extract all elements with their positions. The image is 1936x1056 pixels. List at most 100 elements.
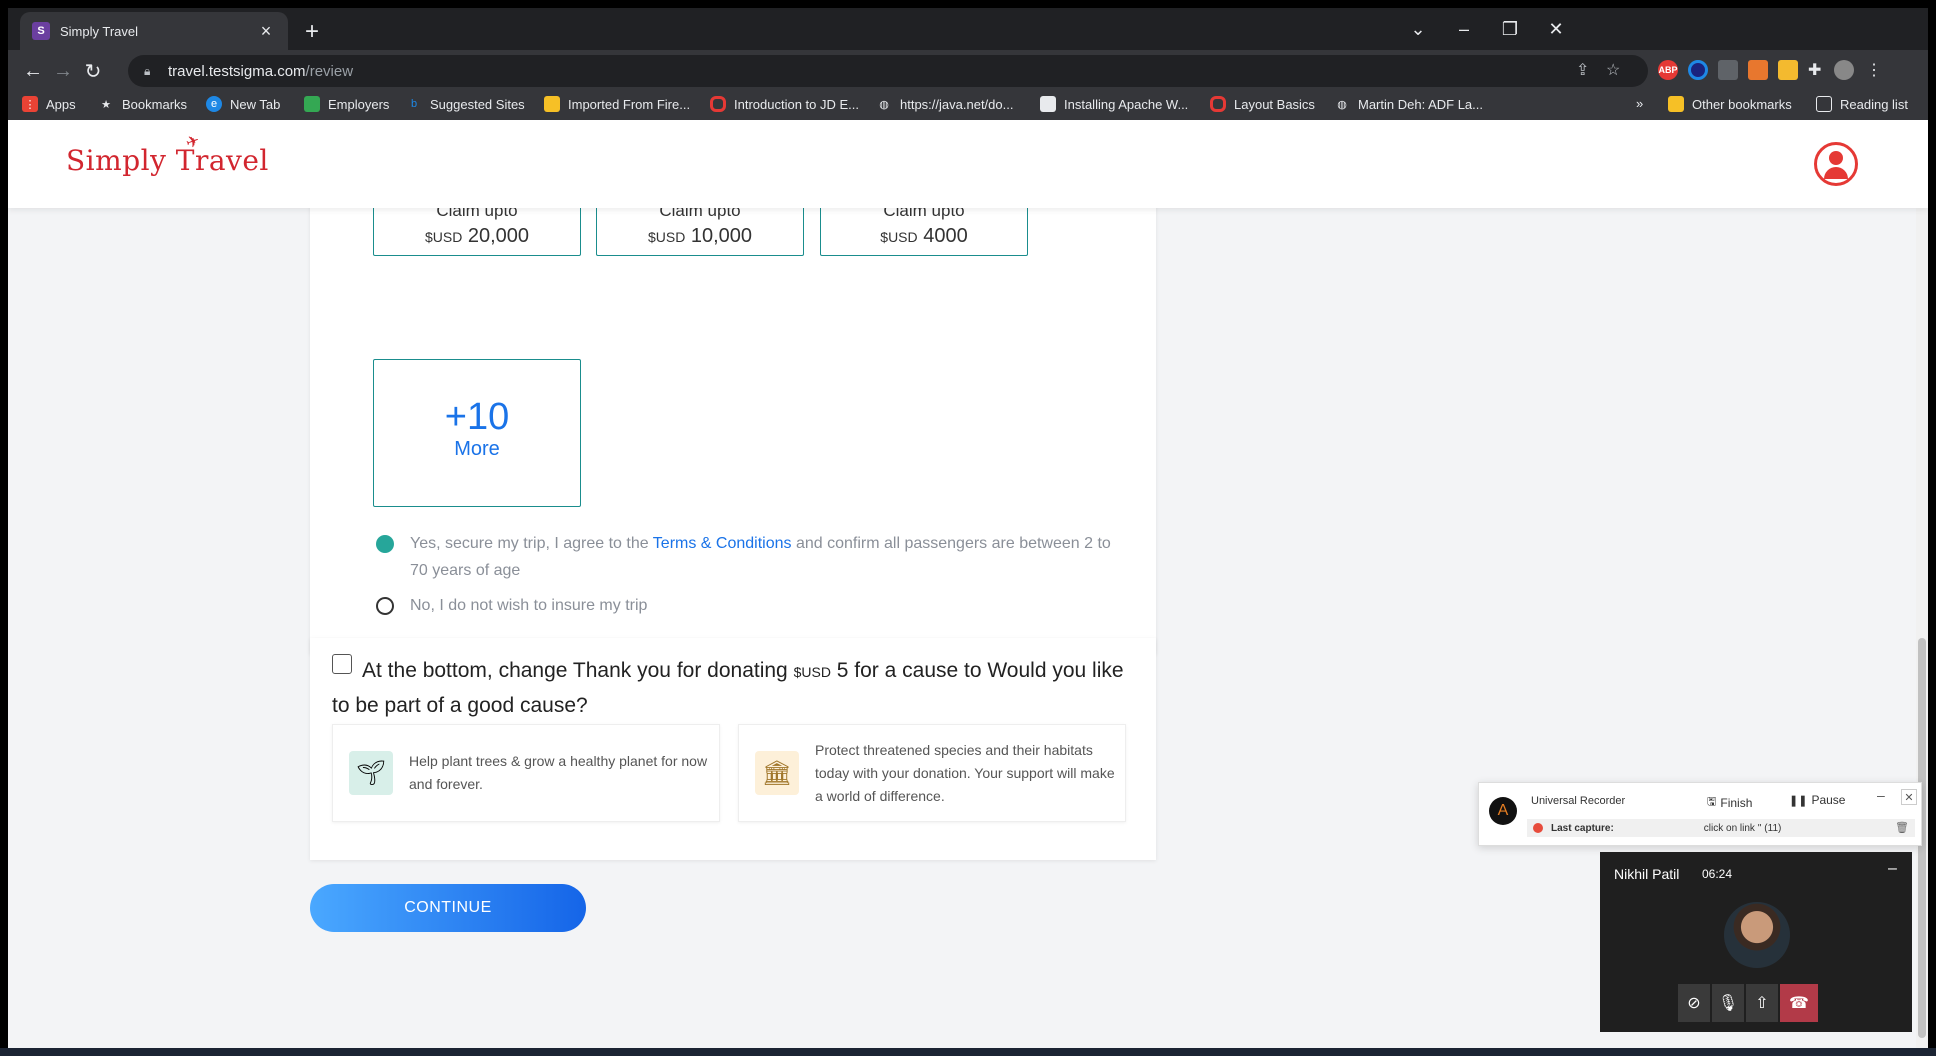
pause-button[interactable]: ❚❚ Pause bbox=[1789, 793, 1845, 807]
os-taskbar bbox=[0, 1048, 1936, 1056]
universal-recorder-panel: A Universal Recorder 🖫︎ Finish ❚❚ Pause – … bbox=[1478, 782, 1922, 846]
globe-icon: ◍ bbox=[879, 98, 889, 111]
continue-button[interactable]: CONTINUE bbox=[310, 884, 586, 932]
screen: S Simply Travel × + ⌄ – ❐ ✕ ← → ↻ 🔒︎ tra… bbox=[0, 0, 1936, 1056]
bookmark-imported-from-firefox[interactable]: Imported From Fire... bbox=[544, 96, 690, 112]
bookmarks-bar: ⋮ Apps ★ Bookmarks e New Tab Employers b Sug… bbox=[8, 90, 1928, 120]
cause-description: Help plant trees & grow a healthy planet… bbox=[409, 753, 708, 792]
oracle-icon bbox=[1210, 96, 1226, 112]
page-scrollbar[interactable] bbox=[1916, 208, 1928, 1048]
reading-list-icon bbox=[1816, 96, 1832, 112]
edge-icon: e bbox=[206, 96, 222, 112]
bookmark-other-bookmarks[interactable]: Other bookmarks bbox=[1668, 96, 1792, 112]
insurance-card: Claim upto $USD 20,000 Claim upto $USD 1… bbox=[310, 160, 1156, 654]
donation-title: At the bottom, change Thank you for dona… bbox=[332, 659, 1124, 717]
browser-tab[interactable]: S Simply Travel × bbox=[20, 12, 288, 50]
bookmarks-overflow-icon[interactable]: » bbox=[1636, 96, 1643, 111]
adblock-extension-icon[interactable]: ABP bbox=[1658, 60, 1678, 80]
more-plans-label: More bbox=[454, 438, 500, 460]
more-plans-count: +10 bbox=[444, 396, 510, 438]
terms-conditions-link[interactable]: Terms & Conditions bbox=[653, 535, 792, 552]
apps-grid-icon: ⋮ bbox=[22, 96, 38, 112]
radio-unselected[interactable] bbox=[376, 597, 394, 615]
minimize-icon[interactable]: – bbox=[1888, 860, 1897, 878]
cause-option-trees[interactable]: 🌱︎ Help plant trees & grow a healthy pla… bbox=[332, 724, 720, 822]
tab-search-icon[interactable]: ⌄ bbox=[1396, 14, 1440, 44]
profile-avatar-icon[interactable] bbox=[1834, 60, 1854, 80]
address-bar[interactable]: 🔒︎ travel.testsigma.com/review bbox=[128, 55, 1648, 87]
end-call-icon[interactable]: ☎︎ bbox=[1780, 984, 1818, 1022]
new-tab-button[interactable]: + bbox=[298, 18, 326, 46]
site-logo[interactable]: Simply Travel ✈ bbox=[66, 130, 269, 177]
close-icon[interactable]: ✕ bbox=[1901, 789, 1917, 805]
insure-yes-option[interactable]: Yes, secure my trip, I agree to the Term… bbox=[376, 530, 1116, 584]
browser-toolbar: ← → ↻ 🔒︎ travel.testsigma.com/review ⇪ ☆… bbox=[8, 50, 1928, 90]
insure-no-option[interactable]: No, I do not wish to insure my trip bbox=[376, 592, 647, 619]
forward-icon[interactable]: → bbox=[48, 56, 78, 86]
binance-extension-icon[interactable] bbox=[1778, 60, 1798, 80]
page-icon bbox=[1040, 96, 1056, 112]
temple-icon: 🏛︎ bbox=[755, 751, 799, 795]
bookmark-java-net[interactable]: ◍ https://java.net/do... bbox=[876, 96, 1013, 112]
bookmark-layout-basics[interactable]: Layout Basics bbox=[1210, 96, 1315, 112]
bookmark-installing-apache[interactable]: Installing Apache W... bbox=[1040, 96, 1188, 112]
reading-list[interactable]: Reading list bbox=[1816, 96, 1908, 112]
recording-dot-icon bbox=[1533, 823, 1543, 833]
bing-icon: b bbox=[410, 98, 418, 110]
extension-circle-icon[interactable] bbox=[1688, 60, 1708, 80]
bookmark-suggested-sites[interactable]: b Suggested Sites bbox=[406, 96, 525, 112]
last-capture-value: click on link '' (11) bbox=[1703, 822, 1782, 834]
more-plans-button[interactable]: +10 More bbox=[373, 359, 581, 507]
doc-icon bbox=[304, 96, 320, 112]
radio-selected[interactable] bbox=[376, 535, 394, 553]
minimize-window-icon[interactable]: – bbox=[1442, 14, 1486, 44]
bookmark-bookmarks[interactable]: ★ Bookmarks bbox=[98, 96, 187, 112]
tab-title: Simply Travel bbox=[60, 23, 139, 39]
plan-amount: $USD 10,000 bbox=[647, 225, 753, 247]
recorder-logo-icon: A bbox=[1489, 797, 1517, 825]
bookmark-star-icon[interactable]: ☆ bbox=[1606, 60, 1620, 80]
minimize-icon[interactable]: – bbox=[1877, 787, 1885, 803]
logo-text: Simply Travel bbox=[66, 144, 269, 177]
trash-icon[interactable]: 🗑︎ bbox=[1895, 821, 1909, 834]
url-host: travel.testsigma.com bbox=[168, 62, 306, 80]
finish-button[interactable]: 🖫︎ Finish bbox=[1707, 793, 1752, 812]
folder-icon bbox=[1668, 96, 1684, 112]
share-screen-icon[interactable]: ⇧ bbox=[1746, 984, 1778, 1022]
close-window-icon[interactable]: ✕ bbox=[1534, 14, 1578, 44]
bookmark-martin-deh[interactable]: ◍ Martin Deh: ADF La... bbox=[1334, 96, 1483, 112]
donation-card: At the bottom, change Thank you for dona… bbox=[310, 638, 1156, 860]
tab-close-icon[interactable]: × bbox=[256, 21, 276, 41]
bookmark-new-tab[interactable]: e New Tab bbox=[206, 96, 280, 112]
metamask-extension-icon[interactable] bbox=[1748, 60, 1768, 80]
user-account-icon[interactable] bbox=[1814, 142, 1858, 186]
avatar bbox=[1724, 902, 1790, 968]
bookmark-employers[interactable]: Employers bbox=[304, 96, 389, 112]
restore-window-icon[interactable]: ❐ bbox=[1488, 14, 1532, 44]
call-duration: 06:24 bbox=[1702, 867, 1733, 881]
browser-chrome: S Simply Travel × + ⌄ – ❐ ✕ ← → ↻ 🔒︎ tra… bbox=[8, 8, 1928, 120]
share-icon[interactable]: ⇪ bbox=[1576, 60, 1589, 80]
caller-name: Nikhil Patil bbox=[1614, 866, 1680, 882]
bookmark-apps[interactable]: ⋮ Apps bbox=[22, 96, 76, 112]
star-icon: ★ bbox=[101, 98, 111, 111]
microphone-icon[interactable]: 🎙︎ bbox=[1712, 984, 1744, 1022]
reload-icon[interactable]: ↻ bbox=[78, 56, 108, 86]
browser-menu-icon[interactable]: ⋮ bbox=[1866, 60, 1882, 80]
bookmark-intro-jd-edwards[interactable]: Introduction to JD E... bbox=[710, 96, 859, 112]
last-capture-row: Last capture: click on link '' (11) 🗑︎ bbox=[1527, 819, 1915, 837]
lock-icon: 🔒︎ bbox=[144, 64, 151, 78]
pause-icon: ❚❚ bbox=[1789, 794, 1808, 807]
site-header: Simply Travel ✈ bbox=[8, 120, 1928, 208]
insure-yes-label: Yes, secure my trip, I agree to the Term… bbox=[410, 535, 1111, 579]
cause-option-species[interactable]: 🏛︎ Protect threatened species and their … bbox=[738, 724, 1126, 822]
back-icon[interactable]: ← bbox=[18, 56, 48, 86]
oracle-icon bbox=[710, 96, 726, 112]
folder-icon bbox=[544, 96, 560, 112]
camera-off-icon[interactable]: ⊘ bbox=[1678, 984, 1710, 1022]
extensions-puzzle-icon[interactable]: ✚ bbox=[1808, 60, 1821, 80]
plan-amount: $USD 20,000 bbox=[424, 225, 530, 247]
save-icon: 🖫︎ bbox=[1707, 796, 1717, 808]
tab-strip: S Simply Travel × + ⌄ – ❐ ✕ bbox=[8, 8, 1928, 50]
extension-reader-icon[interactable] bbox=[1718, 60, 1738, 80]
